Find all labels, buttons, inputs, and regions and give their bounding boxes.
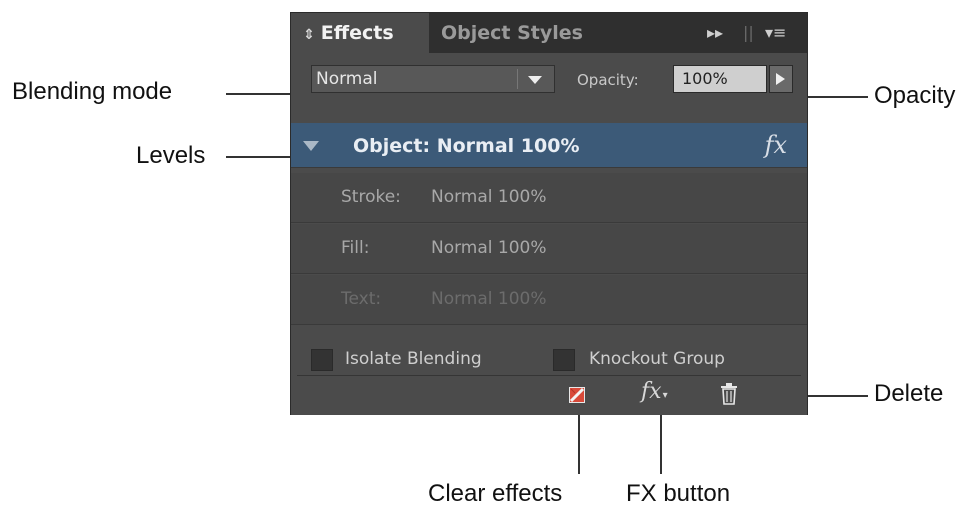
effects-panel: ⇕ Effects Object Styles ▸▸ || ▾≡ Normal O…: [290, 12, 808, 415]
opacity-field[interactable]: 100%: [673, 65, 767, 93]
panel-menu-icon[interactable]: ▾≡: [765, 13, 786, 53]
knockout-group-label: Knockout Group: [589, 349, 725, 369]
level-stroke[interactable]: Stroke: Normal 100%: [291, 173, 807, 223]
fx-menu-caret-icon: ▾: [662, 390, 668, 401]
fx-icon: fx: [764, 131, 787, 159]
blending-mode-select[interactable]: Normal: [311, 65, 555, 93]
isolate-blending-checkbox[interactable]: [311, 349, 333, 371]
callout-blending-mode: Blending mode: [12, 78, 173, 105]
panel-footer: fx▾: [291, 379, 807, 415]
callout-delete: Delete: [874, 380, 944, 407]
level-text-name: Text:: [341, 289, 382, 309]
chevron-down-icon: [528, 76, 542, 84]
level-stroke-value: Normal 100%: [431, 187, 547, 207]
opacity-label: Opacity:: [577, 71, 639, 89]
triangle-right-icon: [776, 73, 785, 85]
level-text-value: Normal 100%: [431, 289, 547, 309]
knockout-group-checkbox[interactable]: [553, 349, 575, 371]
level-stroke-name: Stroke:: [341, 187, 401, 207]
blending-mode-value: Normal: [316, 69, 378, 89]
level-object-label: Object: Normal 100%: [353, 135, 580, 157]
level-text[interactable]: Text: Normal 100%: [291, 275, 807, 325]
level-fill-name: Fill:: [341, 238, 370, 258]
opacity-slider-button[interactable]: [769, 65, 793, 93]
isolate-blending-label: Isolate Blending: [345, 349, 482, 369]
callout-opacity: Opacity: [874, 82, 956, 109]
tab-object-styles-label: Object Styles: [441, 22, 583, 44]
options-row: Isolate Blending Knockout Group: [291, 327, 807, 377]
grip-divider-icon: ||: [743, 23, 754, 42]
tab-object-styles[interactable]: Object Styles: [441, 13, 583, 53]
level-fill-value: Normal 100%: [431, 238, 547, 258]
disclosure-triangle-icon[interactable]: [303, 141, 319, 151]
select-divider: [517, 69, 518, 89]
level-object[interactable]: Object: Normal 100% fx: [291, 123, 807, 168]
tab-effects-label: Effects: [320, 22, 394, 44]
footer-divider: [297, 375, 801, 376]
callout-clear-effects: Clear effects: [428, 480, 563, 507]
fx-button-label: fx: [641, 379, 662, 404]
fx-button[interactable]: fx▾: [641, 379, 668, 404]
callout-levels: Levels: [136, 142, 206, 169]
trash-icon[interactable]: [719, 383, 739, 405]
callout-fx-button: FX button: [626, 480, 731, 507]
tab-effects[interactable]: ⇕ Effects: [291, 13, 429, 53]
clear-effects-icon[interactable]: [569, 387, 585, 403]
collapse-toggle-icon[interactable]: ⇕: [303, 27, 315, 43]
blend-opacity-row: Normal Opacity: 100%: [291, 53, 807, 103]
expand-panel-icon[interactable]: ▸▸: [707, 13, 723, 53]
panel-tab-bar: ⇕ Effects Object Styles ▸▸ || ▾≡: [291, 13, 807, 53]
leader-line-levels: [226, 156, 298, 158]
level-fill[interactable]: Fill: Normal 100%: [291, 224, 807, 274]
